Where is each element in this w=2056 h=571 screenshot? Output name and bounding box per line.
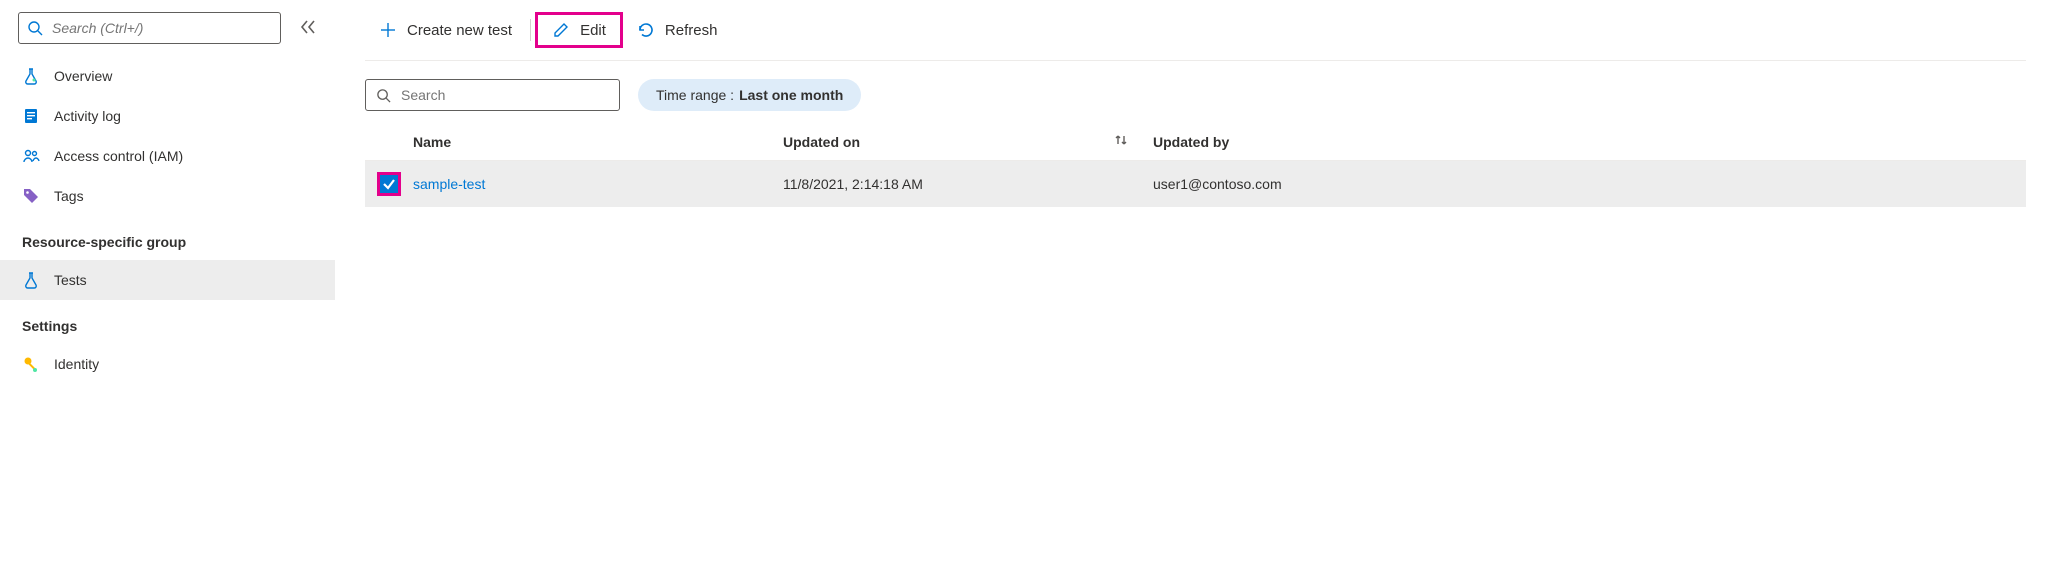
table-row[interactable]: sample-test 11/8/2021, 2:14:18 AM user1@… — [365, 161, 2026, 207]
sidebar-item-tags[interactable]: Tags — [0, 176, 335, 216]
column-header-label: Updated on — [783, 134, 860, 150]
flask-icon — [22, 67, 40, 85]
time-range-value: Last one month — [739, 87, 843, 103]
column-header-updated-on[interactable]: Updated on — [783, 132, 1153, 151]
sidebar-item-tests[interactable]: Tests — [0, 260, 335, 300]
section-header-resource-group: Resource-specific group — [0, 216, 335, 260]
sidebar-item-label: Tests — [54, 272, 87, 288]
column-header-name[interactable]: Name — [413, 134, 783, 150]
refresh-icon — [637, 21, 655, 39]
table-search[interactable] — [365, 79, 620, 111]
test-name-link[interactable]: sample-test — [413, 176, 485, 192]
sidebar-search[interactable] — [18, 12, 281, 44]
refresh-button[interactable]: Refresh — [623, 12, 732, 48]
edit-button[interactable]: Edit — [535, 12, 623, 48]
tag-icon — [22, 187, 40, 205]
toolbar-separator — [530, 19, 531, 41]
log-icon — [22, 107, 40, 125]
sidebar-item-label: Access control (IAM) — [54, 148, 183, 164]
sidebar-item-activity-log[interactable]: Activity log — [0, 96, 335, 136]
filter-row: Time range : Last one month — [365, 61, 2026, 123]
sidebar-item-label: Identity — [54, 356, 99, 372]
sort-icon[interactable] — [1113, 132, 1129, 151]
sidebar-search-input[interactable] — [50, 19, 272, 37]
search-icon — [27, 20, 43, 36]
column-header-updated-by[interactable]: Updated by — [1153, 134, 2026, 150]
check-icon — [381, 176, 397, 192]
time-range-filter[interactable]: Time range : Last one month — [638, 79, 861, 111]
sidebar-item-label: Overview — [54, 68, 112, 84]
table-header: Name Updated on Updated by — [365, 123, 2026, 161]
search-icon — [376, 88, 391, 103]
cell-updated-by: user1@contoso.com — [1153, 176, 1282, 192]
collapse-sidebar-icon[interactable] — [299, 18, 317, 39]
toolbar: Create new test Edit Refresh — [365, 12, 2026, 61]
sidebar-item-identity[interactable]: Identity — [0, 344, 335, 384]
plus-icon — [379, 21, 397, 39]
sidebar-item-label: Activity log — [54, 108, 121, 124]
people-icon — [22, 147, 40, 165]
row-checkbox[interactable] — [377, 172, 401, 196]
button-label: Refresh — [665, 22, 718, 39]
button-label: Create new test — [407, 22, 512, 39]
sidebar-item-access-control[interactable]: Access control (IAM) — [0, 136, 335, 176]
time-range-label: Time range : — [656, 87, 734, 103]
create-new-test-button[interactable]: Create new test — [365, 12, 526, 48]
sidebar-item-label: Tags — [54, 188, 84, 204]
button-label: Edit — [580, 22, 606, 39]
section-header-settings: Settings — [0, 300, 335, 344]
cell-updated-on: 11/8/2021, 2:14:18 AM — [783, 176, 923, 192]
flask-icon — [22, 271, 40, 289]
table-search-input[interactable] — [399, 86, 609, 104]
main-content: Create new test Edit Refresh Time range … — [335, 0, 2056, 396]
key-icon — [22, 355, 40, 373]
pencil-icon — [552, 21, 570, 39]
sidebar-item-overview[interactable]: Overview — [0, 56, 335, 96]
sidebar: Overview Activity log Access control (IA… — [0, 0, 335, 396]
